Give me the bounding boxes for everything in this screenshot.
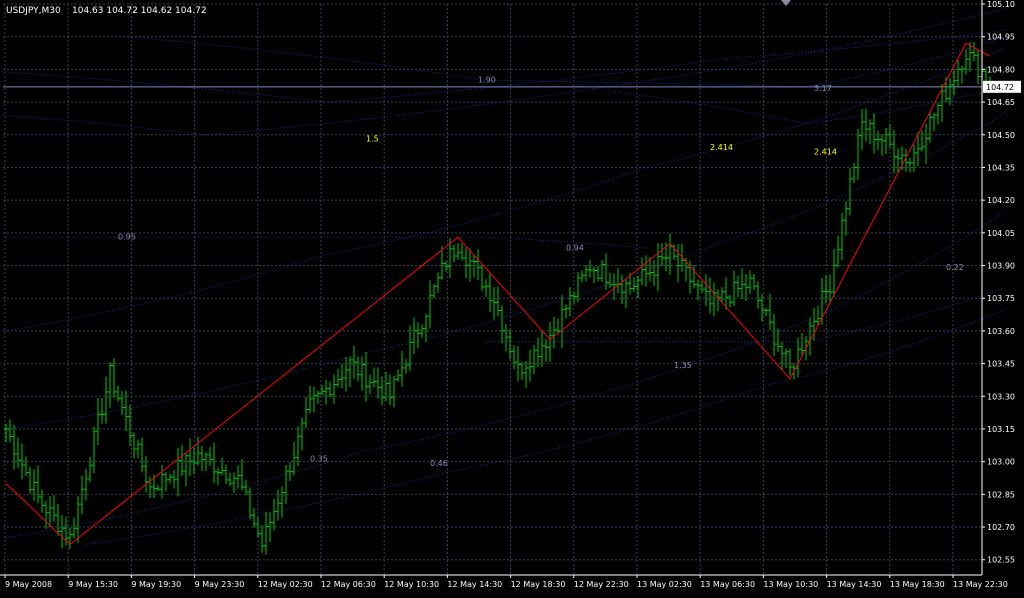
y-tick-label: 103.45 xyxy=(987,360,1015,369)
x-tick-label: 9 May 2008 xyxy=(5,580,52,589)
x-tick-label: 9 May 19:30 xyxy=(131,580,181,589)
x-tick-label: 9 May 23:30 xyxy=(195,580,245,589)
x-tick-label: 12 May 02:30 xyxy=(258,580,313,589)
y-tick-label: 104.95 xyxy=(987,33,1015,42)
y-tick-label: 104.80 xyxy=(987,65,1015,74)
x-tick-label: 12 May 06:30 xyxy=(321,580,376,589)
ratio-label: 0.95 xyxy=(118,232,136,241)
x-tick-label: 13 May 14:30 xyxy=(827,580,882,589)
x-tick-label: 13 May 02:30 xyxy=(637,580,692,589)
y-tick-label: 103.60 xyxy=(987,327,1015,336)
ratio-label: 2.414 xyxy=(814,147,837,156)
x-tick-label: 12 May 10:30 xyxy=(384,580,439,589)
y-tick-label: 102.55 xyxy=(987,556,1015,565)
x-tick-label: 12 May 18:30 xyxy=(511,580,566,589)
ratio-label: 0.22 xyxy=(946,263,964,272)
chart-window: 1.90 3.17 1.5 2.414 2.414 0.95 0.94 0.22 1.35 0.3… xyxy=(0,0,1024,594)
y-tick-label: 102.70 xyxy=(987,523,1015,532)
ratio-label: 1.5 xyxy=(366,134,379,143)
price-chart: 1.90 3.17 1.5 2.414 2.414 0.95 0.94 0.22 1.35 0.3… xyxy=(0,0,1024,594)
x-tick-label: 13 May 10:30 xyxy=(763,580,818,589)
current-price-tag: 104.72 xyxy=(983,80,1021,93)
chart-title: USDJPY,M30 xyxy=(6,6,61,16)
ratio-label: 0.94 xyxy=(566,243,584,252)
ratio-label: 1.90 xyxy=(478,75,496,84)
x-tick-label: 13 May 18:30 xyxy=(890,580,945,589)
y-tick-label: 103.15 xyxy=(987,425,1015,434)
y-tick-label: 103.75 xyxy=(987,294,1015,303)
ratio-label: 2.414 xyxy=(710,143,733,152)
x-tick-label: 13 May 22:30 xyxy=(953,580,1008,589)
ratio-label: 3.17 xyxy=(814,84,832,93)
y-tick-label: 104.65 xyxy=(987,98,1015,107)
y-tick-label: 103.30 xyxy=(987,392,1015,401)
ohlc-readout: 104.63 104.72 104.62 104.72 xyxy=(72,6,207,16)
y-tick-label: 103.90 xyxy=(987,262,1015,271)
x-tick-label: 12 May 22:30 xyxy=(574,580,629,589)
current-price-label: 104.72 xyxy=(986,83,1014,92)
ratio-label: 0.35 xyxy=(310,455,328,464)
x-tick-label: 13 May 06:30 xyxy=(700,580,755,589)
x-tick-label: 9 May 15:30 xyxy=(68,580,118,589)
ratio-label: 0.46 xyxy=(430,459,448,468)
y-tick-label: 105.10 xyxy=(987,0,1015,9)
y-tick-label: 103.00 xyxy=(987,458,1015,467)
ratio-label: 1.35 xyxy=(674,361,692,370)
y-tick-label: 104.35 xyxy=(987,163,1015,172)
y-tick-label: 104.20 xyxy=(987,196,1015,205)
x-tick-label: 12 May 14:30 xyxy=(447,580,502,589)
y-tick-label: 104.50 xyxy=(987,131,1015,140)
y-tick-label: 102.85 xyxy=(987,490,1015,499)
y-tick-label: 104.05 xyxy=(987,229,1015,238)
